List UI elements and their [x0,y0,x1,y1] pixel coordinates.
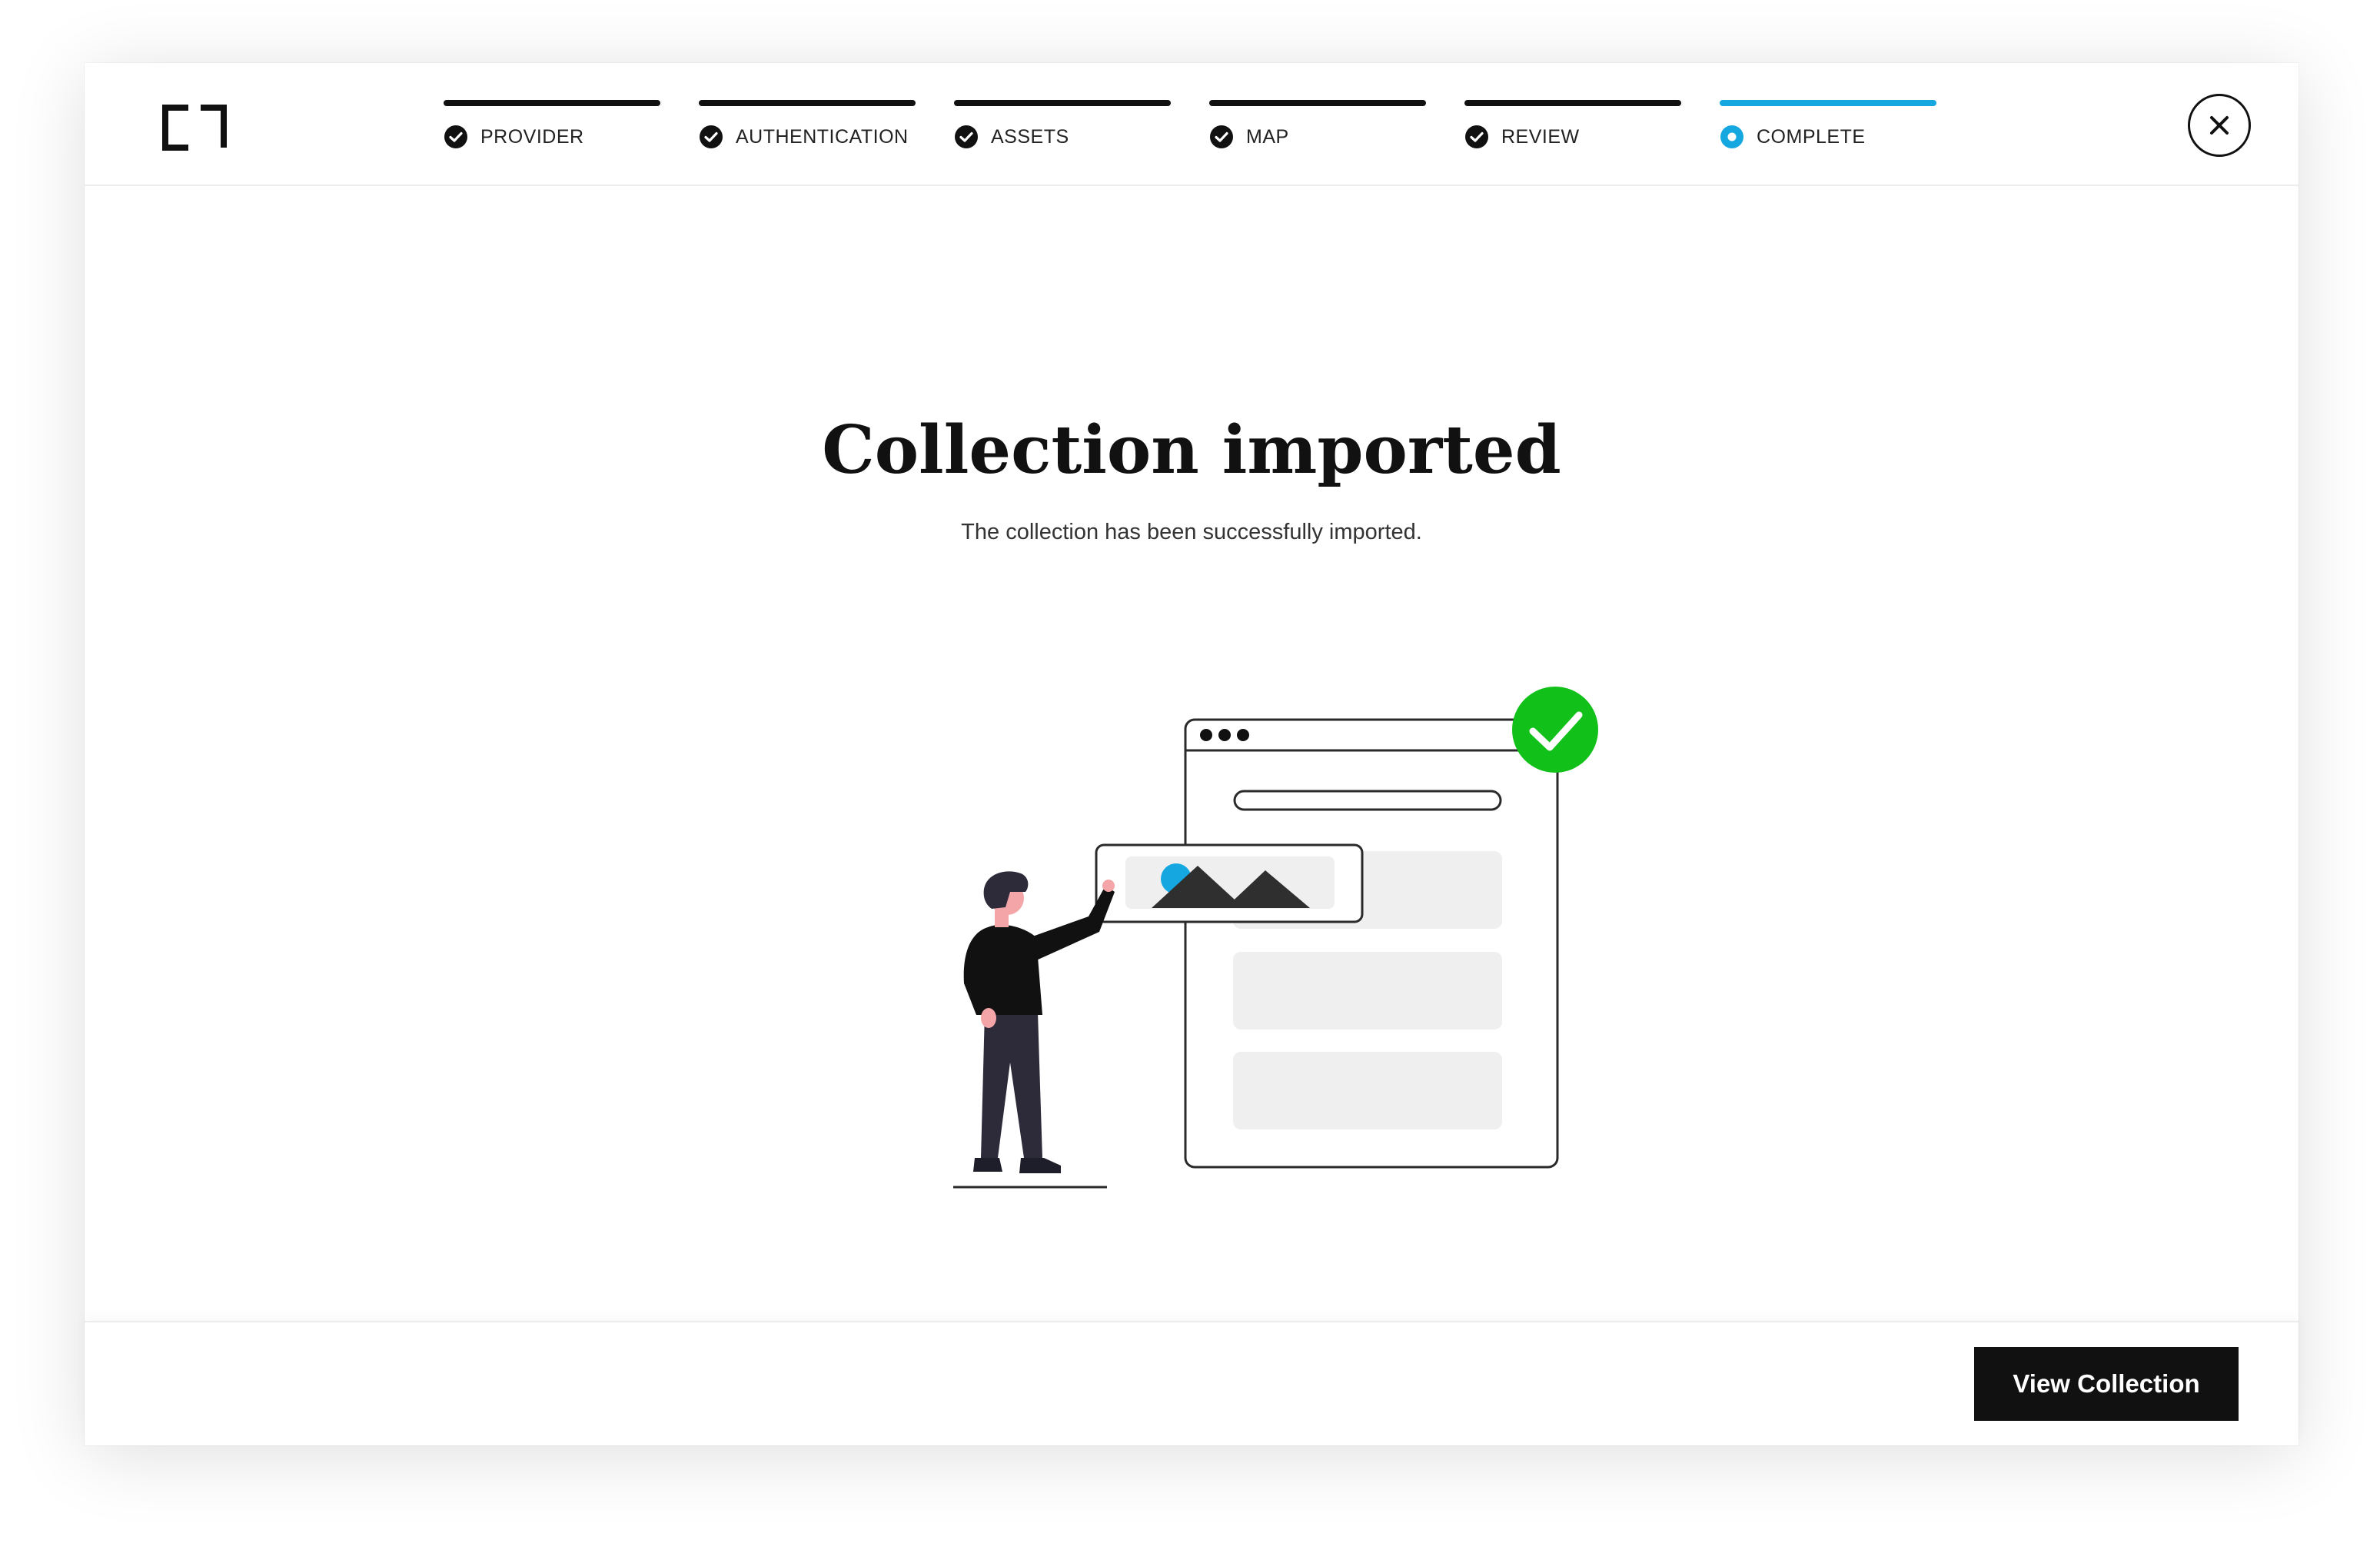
step-progress-bar [1720,100,1936,106]
check-circle-icon [955,125,978,148]
check-circle-icon [1465,125,1488,148]
step-label: PROVIDER [480,126,584,148]
browser-window-graphic [1184,718,1559,1169]
image-card-graphic [1095,843,1364,923]
import-wizard-modal: PROVIDER AUTHENTICATION ASSETS MAP REVIE… [85,63,2299,1445]
step-progress-bar [444,100,660,106]
close-button[interactable] [2188,94,2251,157]
wizard-header: PROVIDER AUTHENTICATION ASSETS MAP REVIE… [85,63,2299,186]
step-progress-bar [1209,100,1426,106]
step-label: REVIEW [1501,126,1580,148]
step-authentication[interactable]: AUTHENTICATION [699,100,916,161]
step-assets[interactable]: ASSETS [954,100,1171,161]
step-progress-bar [954,100,1171,106]
logo-icon [162,105,227,151]
wizard-steps: PROVIDER AUTHENTICATION ASSETS MAP REVIE… [444,100,1981,161]
view-collection-button[interactable]: View Collection [1974,1347,2239,1421]
step-label: AUTHENTICATION [736,126,909,148]
step-review[interactable]: REVIEW [1464,100,1681,161]
step-label: COMPLETE [1757,126,1866,148]
check-circle-icon [1210,125,1233,148]
close-icon [2210,116,2229,135]
import-success-illustration [953,687,1598,1189]
step-label: ASSETS [991,126,1069,148]
radio-dot-icon [1720,125,1743,148]
step-progress-bar [1464,100,1681,106]
check-circle-icon [700,125,723,148]
page-subtitle: The collection has been successfully imp… [961,520,1422,544]
checkmark-badge-icon [1512,687,1598,773]
step-label: MAP [1246,126,1289,148]
check-circle-icon [444,125,467,148]
page-title: Collection imported [822,411,1561,489]
step-complete[interactable]: COMPLETE [1720,100,1936,161]
wizard-footer: View Collection [85,1321,2299,1445]
step-progress-bar [699,100,916,106]
step-provider[interactable]: PROVIDER [444,100,660,161]
step-map[interactable]: MAP [1209,100,1426,161]
person-graphic [953,871,1115,1189]
